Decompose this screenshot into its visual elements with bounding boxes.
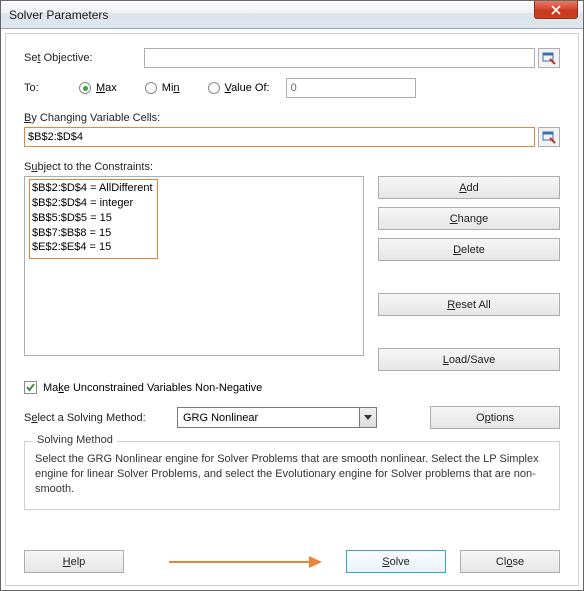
radio-value-of[interactable]: Value Of: bbox=[208, 82, 270, 94]
solving-method-row: Select a Solving Method: GRG Nonlinear O… bbox=[24, 406, 560, 429]
objective-range-button[interactable] bbox=[538, 48, 560, 68]
combo-selected-value: GRG Nonlinear bbox=[183, 412, 258, 424]
radio-min-label: Min bbox=[162, 82, 180, 94]
radio-icon bbox=[208, 82, 220, 94]
load-save-button[interactable]: Load/Save bbox=[378, 348, 560, 371]
constraint-item[interactable]: $B$7:$B$8 = 15 bbox=[32, 226, 153, 241]
changing-cells-input[interactable] bbox=[24, 127, 535, 147]
solve-button[interactable]: Solve bbox=[346, 550, 446, 573]
titlebar[interactable]: Solver Parameters bbox=[1, 1, 583, 29]
solving-method-help-text: Select the GRG Nonlinear engine for Solv… bbox=[35, 452, 549, 497]
reset-all-button[interactable]: Reset All bbox=[378, 293, 560, 316]
radio-max[interactable]: Max bbox=[79, 82, 117, 94]
delete-button[interactable]: Delete bbox=[378, 238, 560, 261]
help-button[interactable]: Help bbox=[24, 550, 124, 573]
changing-cells-row bbox=[24, 127, 560, 147]
solver-dialog: Solver Parameters Set Objective: bbox=[0, 0, 584, 591]
radio-icon bbox=[145, 82, 157, 94]
close-window-button[interactable] bbox=[534, 1, 578, 19]
constraints-label: Subject to the Constraints: bbox=[24, 161, 560, 173]
add-button[interactable]: Add bbox=[378, 176, 560, 199]
set-objective-label: Set Objective: bbox=[24, 52, 144, 64]
radio-min[interactable]: Min bbox=[145, 82, 180, 94]
change-button[interactable]: Change bbox=[378, 207, 560, 230]
set-objective-row: Set Objective: bbox=[24, 48, 560, 68]
constraints-area: $B$2:$D$4 = AllDifferent $B$2:$D$4 = int… bbox=[24, 176, 560, 371]
solving-method-combo[interactable]: GRG Nonlinear bbox=[177, 407, 377, 428]
close-button[interactable]: Close bbox=[460, 550, 560, 573]
close-icon bbox=[551, 5, 561, 15]
constraints-listbox[interactable]: $B$2:$D$4 = AllDifferent $B$2:$D$4 = int… bbox=[24, 176, 364, 356]
constraint-item[interactable]: $B$2:$D$4 = integer bbox=[32, 196, 153, 211]
combo-dropdown-button[interactable] bbox=[359, 408, 376, 427]
radio-max-label: Max bbox=[96, 82, 117, 94]
constraint-item[interactable]: $E$2:$E$4 = 15 bbox=[32, 240, 153, 255]
changing-cells-label: By Changing Variable Cells: bbox=[24, 112, 560, 124]
checkbox-icon bbox=[24, 381, 37, 394]
client-area: Set Objective: To: Max bbox=[1, 29, 583, 590]
unconstrained-checkbox-row[interactable]: Make Unconstrained Variables Non-Negativ… bbox=[24, 381, 560, 394]
dialog-footer: Help Solve Close bbox=[24, 550, 560, 573]
constraint-item[interactable]: $B$5:$D$5 = 15 bbox=[32, 211, 153, 226]
value-of-input[interactable] bbox=[286, 78, 416, 98]
to-row: To: Max Min Value Of: bbox=[24, 78, 560, 98]
radio-icon bbox=[79, 82, 91, 94]
unconstrained-label: Make Unconstrained Variables Non-Negativ… bbox=[43, 382, 262, 394]
constraint-item[interactable]: $B$2:$D$4 = AllDifferent bbox=[32, 181, 153, 196]
solving-method-groupbox: Solving Method Select the GRG Nonlinear … bbox=[24, 441, 560, 510]
changing-cells-range-button[interactable] bbox=[538, 127, 560, 147]
content-frame: Set Objective: To: Max bbox=[5, 33, 579, 586]
chevron-down-icon bbox=[364, 415, 372, 421]
range-select-icon bbox=[542, 51, 556, 65]
radio-value-of-label: Value Of: bbox=[225, 82, 270, 94]
window-title: Solver Parameters bbox=[9, 8, 108, 22]
constraint-buttons: Add Change Delete Reset All Load/Save bbox=[378, 176, 560, 371]
to-label: To: bbox=[24, 82, 79, 94]
select-method-label: Select a Solving Method: bbox=[24, 412, 159, 424]
range-select-icon bbox=[542, 130, 556, 144]
objective-input[interactable] bbox=[144, 48, 535, 68]
arrow-annotation-icon bbox=[164, 552, 324, 572]
solving-method-group-title: Solving Method bbox=[33, 434, 117, 446]
constraints-highlight: $B$2:$D$4 = AllDifferent $B$2:$D$4 = int… bbox=[29, 179, 158, 259]
options-button[interactable]: Options bbox=[430, 406, 560, 429]
